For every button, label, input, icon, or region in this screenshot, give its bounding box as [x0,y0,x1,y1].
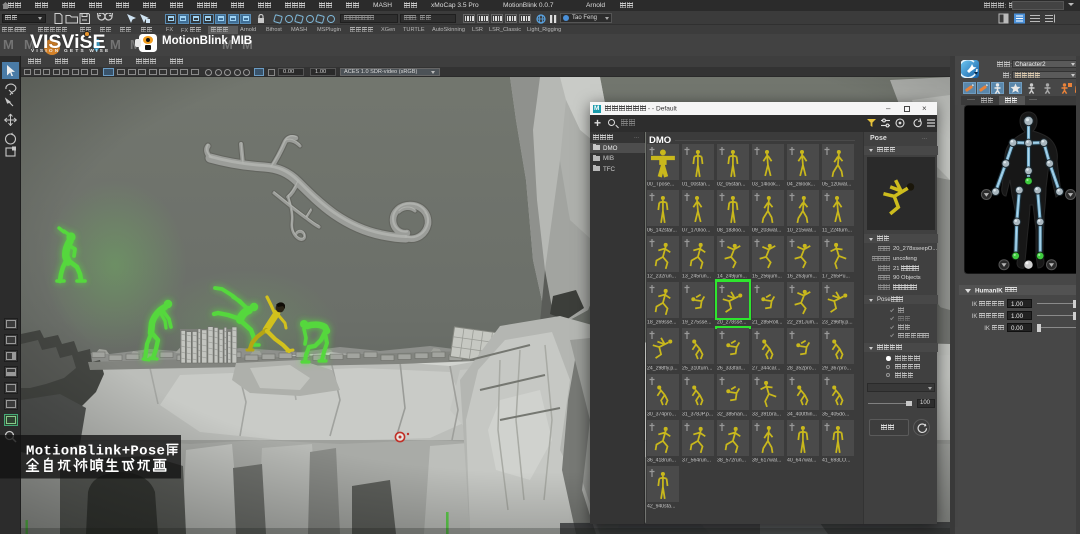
svg-text:MotionBlink+Pose: MotionBlink+Pose [26,444,165,460]
